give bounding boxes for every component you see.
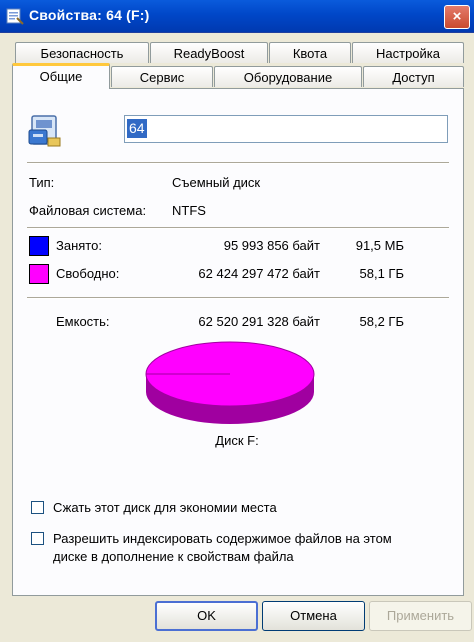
disk-label: Диск F: — [215, 433, 259, 448]
tab-hardware[interactable]: Оборудование — [214, 66, 362, 87]
index-checkbox[interactable] — [31, 532, 44, 545]
properties-icon — [6, 8, 24, 25]
title-bar[interactable]: Свойства: 64 (F:) × — [0, 0, 474, 33]
disk-usage-pie — [145, 341, 315, 424]
used-label: Занято: — [56, 238, 102, 253]
tab-customize[interactable]: Настройка — [352, 42, 464, 63]
tab-general[interactable]: Общие — [12, 63, 110, 89]
capacity-size: 58,2 ГБ — [359, 314, 404, 329]
used-bytes: 95 993 856 байт — [223, 238, 320, 253]
type-value: Съемный диск — [172, 175, 261, 190]
ok-button[interactable]: OK — [155, 601, 258, 631]
divider-middle — [27, 227, 449, 229]
free-bytes: 62 424 297 472 байт — [198, 266, 320, 281]
free-space-swatch — [29, 264, 49, 284]
divider-capacity — [27, 297, 449, 299]
tab-sharing[interactable]: Доступ — [363, 66, 464, 87]
tab-security[interactable]: Безопасность — [15, 42, 149, 63]
free-size: 58,1 ГБ — [359, 266, 404, 281]
apply-button[interactable]: Применить — [369, 601, 472, 631]
volume-name-input[interactable] — [124, 115, 448, 143]
filesystem-label: Файловая система: — [29, 203, 147, 218]
tab-tools[interactable]: Сервис — [111, 66, 213, 87]
cancel-button[interactable]: Отмена — [262, 601, 365, 631]
capacity-bytes: 62 520 291 328 байт — [198, 314, 320, 329]
free-label: Свободно: — [56, 266, 120, 281]
compress-checkbox[interactable] — [31, 501, 44, 514]
tab-readyboost[interactable]: ReadyBoost — [150, 42, 268, 63]
used-size: 91,5 МБ — [355, 238, 404, 253]
used-space-swatch — [29, 236, 49, 256]
compress-label[interactable]: Сжать этот диск для экономии места — [53, 500, 277, 515]
filesystem-value: NTFS — [172, 203, 206, 218]
removable-drive-icon — [28, 115, 61, 147]
window-title: Свойства: 64 (F:) — [29, 7, 150, 23]
divider-top — [27, 162, 449, 164]
properties-window: Свойства: 64 (F:) × Безопасность ReadyBo… — [0, 0, 474, 642]
capacity-label: Емкость: — [56, 314, 110, 329]
tab-quota[interactable]: Квота — [269, 42, 351, 63]
close-button[interactable]: × — [444, 5, 470, 29]
index-label-line1[interactable]: Разрешить индексировать содержимое файло… — [53, 531, 392, 546]
volume-name-value: 64 — [127, 119, 147, 138]
type-label: Тип: — [29, 175, 55, 190]
index-label-line2[interactable]: диске в дополнение к свойствам файла — [53, 549, 294, 564]
